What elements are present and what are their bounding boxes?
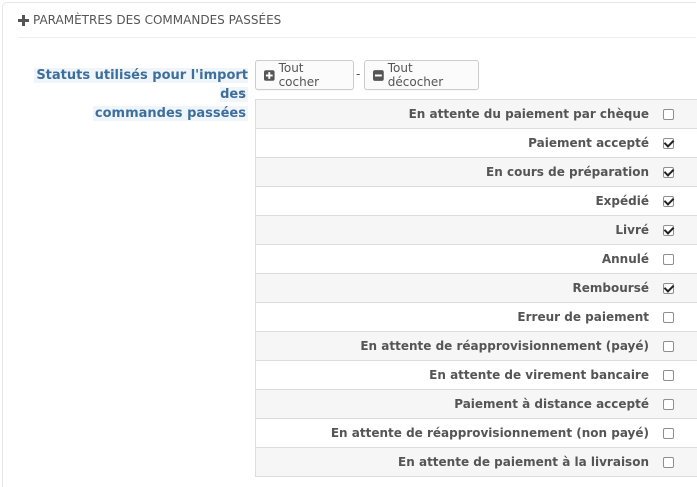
panel-title: PARAMÈTRES DES COMMANDES PASSÉES [33, 13, 282, 27]
statuses-field-label: Statuts utilisés pour l'import des comma… [8, 66, 248, 123]
status-label: Annulé [255, 244, 659, 274]
status-row: Annulé [255, 244, 697, 274]
status-checkbox-cell [659, 273, 697, 303]
status-row: En cours de préparation [255, 157, 697, 187]
check-all-button[interactable]: Tout cocher [255, 60, 354, 90]
status-checkbox[interactable] [663, 138, 674, 149]
status-label: Livré [255, 215, 659, 245]
status-label: En attente de réapprovisionnement (non p… [255, 418, 659, 448]
status-row: En attente de paiement à la livraison [255, 447, 697, 477]
status-checkbox-cell [659, 418, 697, 448]
status-checkbox-cell [659, 447, 697, 477]
status-row: Livré [255, 215, 697, 245]
plus-square-icon [264, 69, 275, 81]
status-checkbox-cell [659, 389, 697, 419]
status-label: En cours de préparation [255, 157, 659, 187]
status-table: En attente du paiement par chèque Paiemen… [255, 99, 697, 477]
status-checkbox-cell [659, 331, 697, 361]
status-checkbox[interactable] [663, 370, 674, 381]
status-checkbox-cell [659, 157, 697, 187]
status-checkbox[interactable] [663, 225, 674, 236]
status-checkbox[interactable] [663, 341, 674, 352]
status-checkbox-cell [659, 360, 697, 390]
label-line-1: Statuts utilisés pour l'import des [34, 68, 248, 102]
status-label: Paiement à distance accepté [255, 389, 659, 419]
status-row: Erreur de paiement [255, 302, 697, 332]
uncheck-all-button[interactable]: Tout décocher [364, 60, 479, 90]
status-checkbox-cell [659, 215, 697, 245]
status-row: Remboursé [255, 273, 697, 303]
status-checkbox[interactable] [663, 457, 674, 468]
status-checkbox-cell [659, 99, 697, 129]
status-label: Erreur de paiement [255, 302, 659, 332]
status-checkbox[interactable] [663, 283, 674, 294]
status-checkbox-cell [659, 244, 697, 274]
status-label: Paiement accepté [255, 128, 659, 158]
status-label: Remboursé [255, 273, 659, 303]
status-row: En attente du paiement par chèque [255, 99, 697, 129]
status-checkbox[interactable] [663, 167, 674, 178]
uncheck-all-label: Tout décocher [387, 61, 444, 89]
button-separator: - [356, 67, 361, 81]
status-label: En attente de réapprovisionnement (payé) [255, 331, 659, 361]
status-checkbox-cell [659, 302, 697, 332]
check-all-label: Tout cocher [278, 61, 320, 89]
label-line-2: commandes passées [92, 106, 248, 121]
panel-heading: PARAMÈTRES DES COMMANDES PASSÉES [18, 3, 696, 38]
status-row: Paiement à distance accepté [255, 389, 697, 419]
status-label: En attente du paiement par chèque [255, 99, 659, 129]
status-row: En attente de virement bancaire [255, 360, 697, 390]
status-row: En attente de réapprovisionnement (non p… [255, 418, 697, 448]
status-row: Expédié [255, 186, 697, 216]
label-colon: : [240, 87, 245, 102]
status-checkbox-cell [659, 128, 697, 158]
status-label: En attente de paiement à la livraison [255, 447, 659, 477]
status-row: Paiement accepté [255, 128, 697, 158]
plus-icon [18, 14, 29, 26]
status-checkbox[interactable] [663, 109, 674, 120]
minus-square-icon [373, 69, 384, 81]
status-label: En attente de virement bancaire [255, 360, 659, 390]
status-checkbox[interactable] [663, 196, 674, 207]
status-checkbox-cell [659, 186, 697, 216]
status-label: Expédié [255, 186, 659, 216]
status-checkbox[interactable] [663, 312, 674, 323]
status-checkbox[interactable] [663, 399, 674, 410]
status-checkbox[interactable] [663, 428, 674, 439]
status-row: En attente de réapprovisionnement (payé) [255, 331, 697, 361]
status-checkbox[interactable] [663, 254, 674, 265]
